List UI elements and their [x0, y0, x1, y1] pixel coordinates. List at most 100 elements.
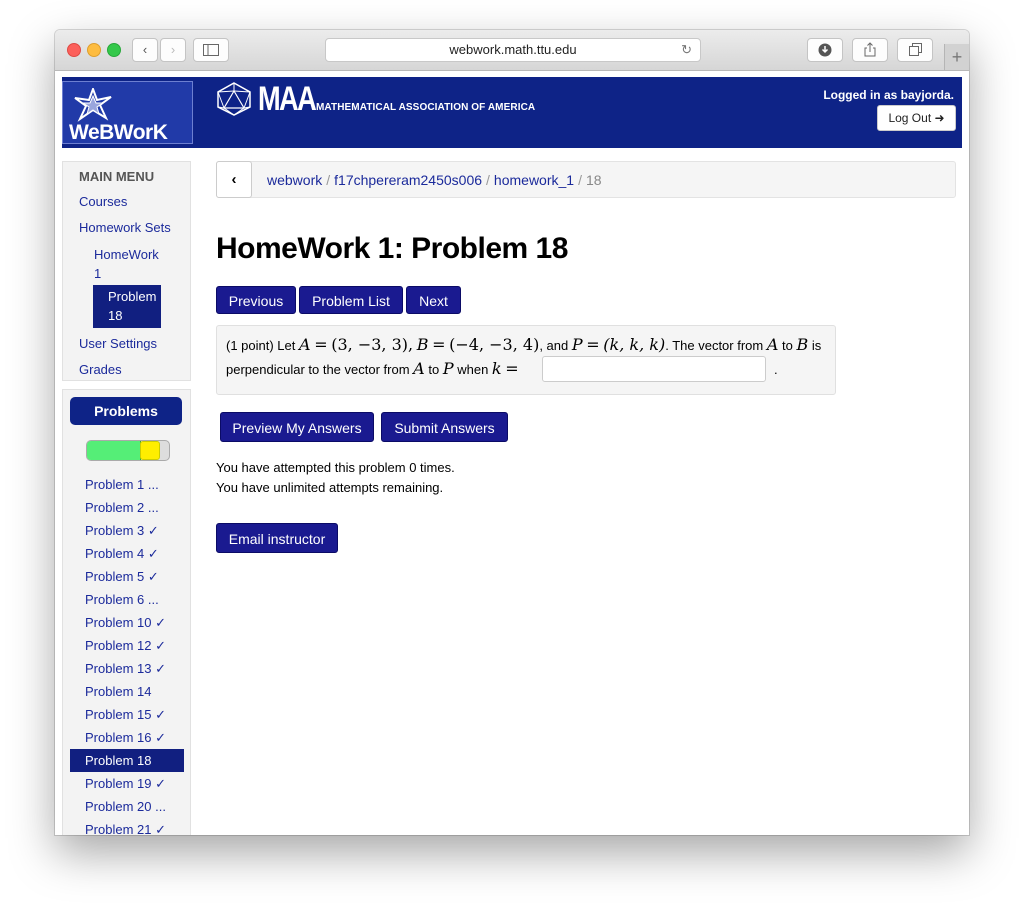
plus-icon: + — [951, 47, 963, 67]
new-tab-button[interactable]: + — [944, 44, 969, 70]
share-button[interactable] — [852, 38, 888, 62]
menu-user-settings-link[interactable]: User Settings — [79, 336, 157, 351]
breadcrumb-webwork[interactable]: webwork — [267, 172, 322, 188]
menu-courses-link[interactable]: Courses — [79, 194, 127, 209]
breadcrumb-set[interactable]: homework_1 — [494, 172, 574, 188]
preview-answers-button[interactable]: Preview My Answers — [220, 412, 374, 442]
problem-points: (1 point) Let — [226, 338, 296, 353]
problem-when: when — [457, 362, 489, 377]
maa-icosahedron-icon — [217, 82, 251, 116]
submit-answers-button[interactable]: Submit Answers — [381, 412, 508, 442]
url-bar[interactable]: webwork.math.ttu.edu ↻ — [325, 38, 701, 62]
problem-list-item[interactable]: Problem 10 ✓ — [63, 611, 190, 634]
main-menu: MAIN MENU Courses Homework Sets HomeWork… — [62, 161, 191, 381]
answer-input[interactable] — [542, 356, 766, 382]
problem-list-item[interactable]: Problem 19 ✓ — [63, 772, 190, 795]
next-button[interactable]: Next — [406, 286, 461, 314]
problem-list-item[interactable]: Problem 2 ... — [63, 496, 190, 519]
reload-icon[interactable]: ↻ — [681, 39, 692, 61]
minimize-window-button[interactable] — [87, 43, 101, 57]
forward-nav-button[interactable]: › — [160, 38, 186, 62]
problem-and: , and — [539, 338, 569, 353]
problem-line-1: (1 point) Let A = (3, −3, 3), B = (−4, −… — [226, 335, 822, 354]
problem-vector-from: . The vector from — [665, 338, 764, 353]
breadcrumb-separator: / — [486, 172, 490, 188]
menu-problem-18-link[interactable]: Problem 18 — [93, 285, 161, 328]
problem-list-item[interactable]: Problem 13 ✓ — [63, 657, 190, 680]
remaining-attempts-text: You have unlimited attempts remaining. — [216, 480, 444, 495]
breadcrumb-current: 18 — [585, 172, 602, 188]
webwork-star-icon — [74, 88, 112, 122]
problem-list-item[interactable]: Problem 18 — [70, 749, 184, 772]
tabs-overview-button[interactable] — [897, 38, 933, 62]
math-var-a: A — [299, 335, 311, 354]
menu-homework-1-link[interactable]: HomeWork 1 — [94, 245, 159, 283]
problem-to: to — [782, 338, 793, 353]
browser-window: ‹ › webwork.math.ttu.edu ↻ + WeBWorK MAA… — [55, 30, 969, 835]
download-icon — [818, 43, 832, 57]
math-eq: = — [505, 359, 519, 378]
attempts-text: You have attempted this problem 0 times. — [216, 460, 455, 475]
url-text: webwork.math.ttu.edu — [449, 42, 577, 57]
problem-list-button[interactable]: Problem List — [299, 286, 403, 314]
problems-button[interactable]: Problems — [70, 397, 182, 425]
breadcrumb-separator: / — [326, 172, 331, 188]
problem-list-item[interactable]: Problem 1 ... — [63, 473, 190, 496]
menu-problem-18-line2: 18 — [108, 308, 123, 323]
problem-to: to — [428, 362, 440, 377]
maa-subtitle: MATHEMATICAL ASSOCIATION OF AMERICA — [316, 102, 536, 113]
answer-period: . — [774, 362, 778, 377]
breadcrumb: ‹ webwork / f17chpereram2450s006/homework_… — [216, 161, 956, 198]
close-window-button[interactable] — [67, 43, 81, 57]
math-eq: = — [586, 335, 600, 354]
webwork-logo[interactable]: WeBWorK — [62, 81, 193, 144]
main-menu-heading: MAIN MENU — [79, 169, 155, 184]
problem-list-item[interactable]: Problem 5 ✓ — [63, 565, 190, 588]
problem-list-item[interactable]: Problem 21 ✓ — [63, 818, 190, 835]
browser-titlebar: ‹ › webwork.math.ttu.edu ↻ + — [55, 30, 969, 71]
logout-button[interactable]: Log Out ➜ — [877, 105, 956, 131]
math-var-p: P — [571, 335, 583, 354]
chevron-left-icon: ‹ — [142, 42, 148, 57]
menu-homework-sets-link[interactable]: Homework Sets — [79, 220, 171, 235]
share-icon — [864, 42, 876, 57]
problem-list-item[interactable]: Problem 6 ... — [63, 588, 190, 611]
math-eq: = — [432, 335, 446, 354]
math-p-value: (k, k, k) — [603, 335, 666, 354]
chevron-right-icon: › — [170, 42, 176, 57]
problem-list-item[interactable]: Problem 4 ✓ — [63, 542, 190, 565]
downloads-button[interactable] — [807, 38, 843, 62]
progress-bar — [86, 440, 170, 461]
problem-list-item[interactable]: Problem 15 ✓ — [63, 703, 190, 726]
problem-list-item[interactable]: Problem 12 ✓ — [63, 634, 190, 657]
webwork-page: WeBWorK MAA MATHEMATICAL ASSOCIATION OF … — [62, 77, 962, 835]
logged-in-status: Logged in as bayjorda. — [823, 88, 954, 102]
menu-grades-link[interactable]: Grades — [79, 362, 122, 377]
email-instructor-button[interactable]: Email instructor — [216, 523, 338, 553]
problem-line-2: perpendicular to the vector from A to P … — [226, 359, 519, 378]
menu-homework-1-line1: HomeWork — [94, 247, 159, 262]
back-nav-button[interactable]: ‹ — [132, 38, 158, 62]
menu-problem-18-line1: Problem — [108, 289, 157, 304]
problem-list-item[interactable]: Problem 16 ✓ — [63, 726, 190, 749]
problem-list-item[interactable]: Problem 3 ✓ — [63, 519, 190, 542]
zoom-window-button[interactable] — [107, 43, 121, 57]
math-var-p: P — [442, 359, 454, 378]
math-eq: = — [314, 335, 328, 354]
breadcrumb-course[interactable]: f17chpereram2450s006 — [334, 172, 482, 188]
site-header: WeBWorK MAA MATHEMATICAL ASSOCIATION OF … — [62, 77, 962, 148]
breadcrumb-back-button[interactable]: ‹ — [216, 161, 252, 198]
page-title: HomeWork 1: Problem 18 — [216, 232, 568, 265]
problem-is: is — [811, 338, 822, 353]
math-var-a: A — [766, 335, 779, 354]
problem-statement: (1 point) Let A = (3, −3, 3), B = (−4, −… — [216, 325, 836, 395]
maa-logo-text: MAA — [258, 80, 317, 118]
problem-list-item[interactable]: Problem 20 ... — [63, 795, 190, 818]
math-var-k: k — [491, 359, 502, 378]
sidebar-toggle-button[interactable] — [193, 38, 229, 62]
problems-panel: Problems Problem 1 ... Problem 2 ... Probl… — [62, 389, 191, 835]
math-var-b: B — [416, 335, 429, 354]
problem-list-item[interactable]: Problem 14 — [63, 680, 190, 703]
previous-button[interactable]: Previous — [216, 286, 296, 314]
math-b-value: (−4, −3, 4) — [449, 335, 540, 354]
